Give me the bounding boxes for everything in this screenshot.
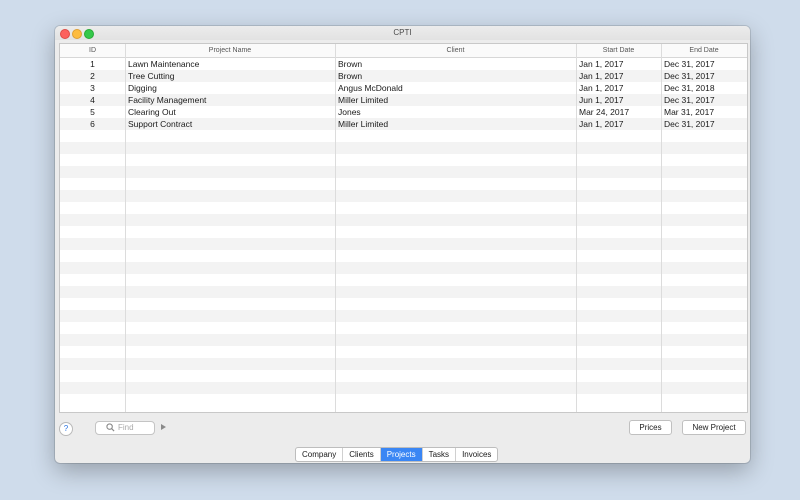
table-cell: Clearing Out	[128, 107, 176, 117]
table-row[interactable]: 4 Facility Management Miller Limited Jun 1,…	[60, 94, 747, 106]
close-window-button[interactable]	[60, 29, 70, 39]
table-cell: Jun 1, 2017	[579, 95, 624, 105]
table-cell: 6	[90, 119, 95, 129]
table-row[interactable]	[60, 310, 747, 322]
window-title: CPTI	[393, 28, 412, 37]
table-row[interactable]	[60, 226, 747, 238]
prices-button[interactable]: Prices	[629, 420, 672, 435]
table-cell: Jan 1, 2017	[579, 71, 624, 81]
table-row[interactable]	[60, 262, 747, 274]
table-row[interactable]	[60, 190, 747, 202]
table-cell: Support Contract	[128, 119, 193, 129]
table-row[interactable]	[60, 370, 747, 382]
table-row[interactable]	[60, 250, 747, 262]
table-cell: Jones	[338, 107, 361, 117]
table-row[interactable]	[60, 238, 747, 250]
table-cell: Miller Limited	[338, 119, 389, 129]
section-tabs: Company Clients Projects Tasks Invoices	[295, 447, 499, 462]
table-cell: Jan 1, 2017	[579, 59, 624, 69]
table-row[interactable]	[60, 334, 747, 346]
title-bar: CPTI	[55, 26, 750, 40]
table-row[interactable]: 5 Clearing Out Jones Mar 24, 2017 Mar 31, 20…	[60, 106, 747, 118]
table-cell: Miller Limited	[338, 95, 389, 105]
tab-company[interactable]: Company	[296, 448, 342, 461]
table-cell: Jan 1, 2017	[579, 119, 624, 129]
table-row[interactable]	[60, 166, 747, 178]
tab-tasks[interactable]: Tasks	[421, 448, 455, 461]
table-cell: 1	[90, 59, 95, 69]
search-icon	[106, 423, 115, 436]
column-header-client[interactable]: Client	[335, 44, 576, 57]
table-cell: Dec 31, 2017	[664, 71, 715, 81]
table-row[interactable]	[60, 358, 747, 370]
table-row[interactable]	[60, 142, 747, 154]
table-cell: Mar 24, 2017	[579, 107, 630, 117]
column-divider	[335, 44, 336, 412]
table-cell: 5	[90, 107, 95, 117]
column-divider	[661, 44, 662, 412]
column-divider	[125, 44, 126, 412]
projects-table: ID Project Name Client Start Date End Da…	[59, 43, 748, 413]
table-row[interactable]: 1 Lawn Maintenance Brown Jan 1, 2017 Dec 31,…	[60, 58, 747, 70]
table-row[interactable]	[60, 346, 747, 358]
table-row[interactable]	[60, 214, 747, 226]
table-row[interactable]: 2 Tree Cutting Brown Jan 1, 2017 Dec 31, 201…	[60, 70, 747, 82]
help-button[interactable]: ?	[59, 422, 73, 436]
search-placeholder: Find	[118, 423, 134, 432]
table-cell: Mar 31, 2017	[664, 107, 715, 117]
table-row[interactable]	[60, 178, 747, 190]
table-cell: Lawn Maintenance	[128, 59, 200, 69]
table-row[interactable]	[60, 274, 747, 286]
table-row[interactable]	[60, 202, 747, 214]
app-window: CPTI ID Project Name Client Start Date E…	[55, 26, 750, 463]
table-row[interactable]	[60, 394, 747, 406]
table-cell: Jan 1, 2017	[579, 83, 624, 93]
table-row[interactable]	[60, 322, 747, 334]
search-field[interactable]: Find	[95, 421, 155, 435]
new-project-button[interactable]: New Project	[682, 420, 746, 435]
column-header-end-date[interactable]: End Date	[661, 44, 747, 57]
table-header: ID Project Name Client Start Date End Da…	[60, 44, 747, 58]
column-header-start-date[interactable]: Start Date	[576, 44, 661, 57]
table-cell: 2	[90, 71, 95, 81]
table-cell: 3	[90, 83, 95, 93]
column-divider	[576, 44, 577, 412]
column-header-id[interactable]: ID	[60, 44, 125, 57]
table-cell: Facility Management	[128, 95, 207, 105]
table-cell: 4	[90, 95, 95, 105]
table-cell: Digging	[128, 83, 157, 93]
table-row[interactable]	[60, 130, 747, 142]
table-cell: Tree Cutting	[128, 71, 175, 81]
table-cell: Dec 31, 2017	[664, 119, 715, 129]
table-cell: Angus McDonald	[338, 83, 403, 93]
table-row[interactable]	[60, 286, 747, 298]
table-cell: Brown	[338, 71, 363, 81]
table-row[interactable]	[60, 382, 747, 394]
tab-projects[interactable]: Projects	[379, 448, 422, 461]
table-body: 1 Lawn Maintenance Brown Jan 1, 2017 Dec 31,…	[60, 58, 747, 412]
table-row[interactable]	[60, 154, 747, 166]
minimize-window-button[interactable]	[72, 29, 82, 39]
column-header-project-name[interactable]: Project Name	[125, 44, 335, 57]
table-cell: Dec 31, 2018	[664, 83, 715, 93]
table-row[interactable]: 6 Support Contract Miller Limited Jan 1, 20…	[60, 118, 747, 130]
table-row[interactable]: 3 Digging Angus McDonald Jan 1, 2017 Dec 31,…	[60, 82, 747, 94]
zoom-window-button[interactable]	[84, 29, 94, 39]
tab-invoices[interactable]: Invoices	[455, 448, 497, 461]
tab-clients[interactable]: Clients	[342, 448, 379, 461]
play-arrow-icon[interactable]	[161, 424, 166, 430]
table-cell: Dec 31, 2017	[664, 95, 715, 105]
table-cell: Brown	[338, 59, 363, 69]
table-row[interactable]	[60, 298, 747, 310]
table-cell: Dec 31, 2017	[664, 59, 715, 69]
